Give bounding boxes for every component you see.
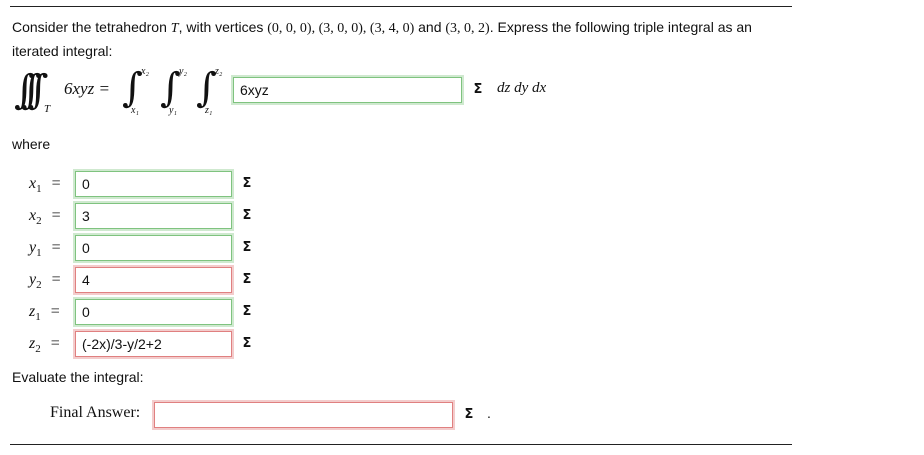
limit-input-z2[interactable] — [75, 331, 232, 357]
region-label: T — [44, 103, 51, 115]
prompt-intro: Consider the tetrahedron — [12, 19, 167, 35]
lower-limit-y: y₁ — [169, 105, 177, 116]
limit-variable-subscript: 1 — [36, 247, 42, 260]
limit-variable-label: y1 = — [29, 239, 61, 259]
differentials: dz dy dx — [497, 80, 547, 96]
limit-variable-subscript: 2 — [36, 279, 42, 292]
integral-y-symbol: ∫ — [160, 65, 181, 111]
sigma-icon[interactable]: Σ — [470, 81, 486, 99]
final-answer-input[interactable] — [154, 402, 453, 428]
lower-limit-z: z₁ — [205, 105, 213, 116]
where-label: where — [12, 136, 51, 152]
limit-variable-label: z2 = — [29, 335, 60, 355]
equals-sign: = — [47, 271, 61, 288]
equals-sign: = — [47, 175, 61, 192]
equals-sign: = — [46, 303, 60, 320]
limit-variable-subscript: 2 — [36, 215, 42, 228]
prompt-vertices-intro: , with vertices — [178, 19, 264, 35]
top-rule — [10, 6, 792, 7]
sigma-icon[interactable]: Σ — [239, 207, 255, 225]
evaluate-label: Evaluate the integral: — [12, 369, 144, 385]
final-answer-label: Final Answer: — [50, 404, 141, 421]
sigma-icon[interactable]: Σ — [239, 271, 255, 289]
last-vertex: (3, 0, 2) — [445, 21, 490, 36]
limit-variable-label: y2 = — [29, 271, 61, 291]
vertices-list: (0, 0, 0), (3, 0, 0), (3, 4, 0) — [267, 21, 415, 36]
equals-sign: = — [47, 239, 61, 256]
limit-variable-label: x2 = — [29, 207, 61, 227]
lower-limit-x: x₁ — [131, 105, 139, 116]
limit-input-x2[interactable] — [75, 203, 232, 229]
problem-statement: Consider the tetrahedron T, with vertice… — [12, 16, 802, 62]
final-period: . — [487, 405, 491, 421]
sigma-icon[interactable]: Σ — [239, 303, 255, 321]
upper-limit-y: y₂ — [179, 66, 187, 77]
limit-variable-subscript: 2 — [35, 343, 41, 356]
limit-variable-label: z1 = — [29, 303, 60, 323]
sigma-icon[interactable]: Σ — [239, 175, 255, 193]
prompt-and: and — [418, 19, 442, 35]
integrand-input[interactable] — [233, 77, 462, 103]
upper-limit-z: z₂ — [215, 66, 223, 77]
limit-variable-label: x1 = — [29, 175, 61, 195]
equals-sign: = — [46, 335, 60, 352]
sigma-icon[interactable]: Σ — [239, 239, 255, 257]
limit-input-z1[interactable] — [75, 299, 232, 325]
limit-input-y2[interactable] — [75, 267, 232, 293]
bottom-rule — [10, 444, 792, 445]
equals-sign: = — [47, 207, 61, 224]
integral-z-symbol: ∫ — [196, 65, 217, 111]
tetrahedron-symbol: T — [170, 21, 179, 36]
sigma-icon[interactable]: Σ — [461, 406, 477, 424]
limit-variable-subscript: 1 — [36, 183, 42, 196]
integrand-left: 6xyz = — [64, 79, 110, 98]
limit-input-y1[interactable] — [75, 235, 232, 261]
triple-integral-symbol: ∫∫∫ — [14, 67, 48, 113]
upper-limit-x: x₂ — [141, 66, 149, 77]
limit-input-x1[interactable] — [75, 171, 232, 197]
integral-x-symbol: ∫ — [122, 65, 143, 111]
sigma-icon[interactable]: Σ — [239, 335, 255, 353]
limit-variable-subscript: 1 — [35, 311, 41, 324]
